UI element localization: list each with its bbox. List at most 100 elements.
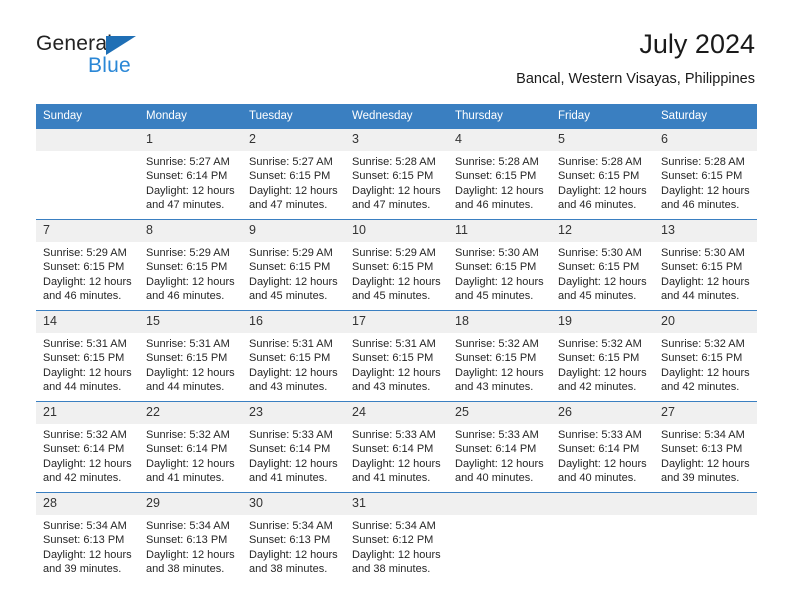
- sunset-text: Sunset: 6:15 PM: [661, 261, 743, 274]
- calendar-day-cell[interactable]: 14 Sunrise: 5:31 AM Sunset: 6:15 PM Dayligh…: [36, 310, 139, 402]
- calendar-day-cell[interactable]: 15 Sunrise: 5:31 AM Sunset: 6:15 PM Dayligh…: [139, 310, 242, 402]
- day-number: 10: [345, 220, 448, 242]
- logo-word-blue: Blue: [88, 54, 131, 77]
- sunset-text: Sunset: 6:14 PM: [43, 443, 125, 456]
- calendar-day-cell[interactable]: 24 Sunrise: 5:33 AM Sunset: 6:14 PM Dayligh…: [345, 401, 448, 493]
- calendar-day-cell[interactable]: 4 Sunrise: 5:28 AM Sunset: 6:15 PM Daylight…: [448, 128, 551, 220]
- daylight-text: Daylight: 12 hours and 41 minutes.: [146, 457, 235, 484]
- sunset-text: Sunset: 6:15 PM: [455, 261, 537, 274]
- daylight-text: Daylight: 12 hours and 44 minutes.: [146, 366, 235, 393]
- calendar-week-row: 7 Sunrise: 5:29 AM Sunset: 6:15 PM Daylight…: [36, 219, 757, 311]
- title-block: July 2024 Bancal, Western Visayas, Phili…: [516, 28, 755, 88]
- calendar-day-cell[interactable]: 30 Sunrise: 5:34 AM Sunset: 6:13 PM Dayligh…: [242, 492, 345, 583]
- daylight-text: Daylight: 12 hours and 46 minutes.: [146, 275, 235, 302]
- calendar-day-cell[interactable]: 8 Sunrise: 5:29 AM Sunset: 6:15 PM Daylight…: [139, 219, 242, 311]
- day-details: Sunrise: 5:29 AM Sunset: 6:15 PM Daylight:…: [139, 242, 242, 303]
- day-details: Sunrise: 5:30 AM Sunset: 6:15 PM Daylight:…: [654, 242, 757, 303]
- day-number: [551, 493, 654, 515]
- calendar-day-cell[interactable]: 18 Sunrise: 5:32 AM Sunset: 6:15 PM Dayligh…: [448, 310, 551, 402]
- sunset-text: Sunset: 6:15 PM: [661, 352, 743, 365]
- daylight-text: Daylight: 12 hours and 45 minutes.: [249, 275, 338, 302]
- calendar-week-row: 14 Sunrise: 5:31 AM Sunset: 6:15 PM Dayligh…: [36, 310, 757, 402]
- calendar-day-cell[interactable]: 29 Sunrise: 5:34 AM Sunset: 6:13 PM Dayligh…: [139, 492, 242, 583]
- day-number: 26: [551, 402, 654, 424]
- day-number: 27: [654, 402, 757, 424]
- page-header: General Blue July 2024 Bancal, Western V…: [0, 0, 792, 100]
- calendar-day-cell[interactable]: 3 Sunrise: 5:28 AM Sunset: 6:15 PM Daylight…: [345, 128, 448, 220]
- sunset-text: Sunset: 6:15 PM: [352, 170, 434, 183]
- calendar-day-cell[interactable]: 21 Sunrise: 5:32 AM Sunset: 6:14 PM Dayligh…: [36, 401, 139, 493]
- calendar-day-cell-empty: [36, 128, 139, 220]
- day-details: Sunrise: 5:28 AM Sunset: 6:15 PM Daylight:…: [448, 151, 551, 212]
- day-details: Sunrise: 5:32 AM Sunset: 6:14 PM Daylight:…: [139, 424, 242, 485]
- sunrise-text: Sunrise: 5:29 AM: [146, 247, 230, 259]
- day-number: 23: [242, 402, 345, 424]
- day-details: Sunrise: 5:27 AM Sunset: 6:14 PM Daylight:…: [139, 151, 242, 212]
- calendar-day-cell[interactable]: 13 Sunrise: 5:30 AM Sunset: 6:15 PM Dayligh…: [654, 219, 757, 311]
- calendar-day-cell[interactable]: 9 Sunrise: 5:29 AM Sunset: 6:15 PM Daylight…: [242, 219, 345, 311]
- calendar-day-cell[interactable]: 23 Sunrise: 5:33 AM Sunset: 6:14 PM Dayligh…: [242, 401, 345, 493]
- calendar-day-cell[interactable]: 25 Sunrise: 5:33 AM Sunset: 6:14 PM Dayligh…: [448, 401, 551, 493]
- daylight-text: Daylight: 12 hours and 46 minutes.: [661, 184, 750, 211]
- calendar-day-cell[interactable]: 5 Sunrise: 5:28 AM Sunset: 6:15 PM Daylight…: [551, 128, 654, 220]
- calendar-day-cell[interactable]: 12 Sunrise: 5:30 AM Sunset: 6:15 PM Dayligh…: [551, 219, 654, 311]
- calendar-day-cell[interactable]: 22 Sunrise: 5:32 AM Sunset: 6:14 PM Dayligh…: [139, 401, 242, 493]
- day-number: 15: [139, 311, 242, 333]
- calendar-day-cell[interactable]: 1 Sunrise: 5:27 AM Sunset: 6:14 PM Daylight…: [139, 128, 242, 220]
- calendar-day-cell[interactable]: 16 Sunrise: 5:31 AM Sunset: 6:15 PM Dayligh…: [242, 310, 345, 402]
- sunset-text: Sunset: 6:15 PM: [558, 352, 640, 365]
- calendar-table: Sunday Monday Tuesday Wednesday Thursday Frid…: [36, 104, 757, 583]
- sunset-text: Sunset: 6:15 PM: [455, 352, 537, 365]
- daylight-text: Daylight: 12 hours and 42 minutes.: [43, 457, 132, 484]
- day-number: 28: [36, 493, 139, 515]
- calendar-day-cell[interactable]: 11 Sunrise: 5:30 AM Sunset: 6:15 PM Dayligh…: [448, 219, 551, 311]
- day-details: Sunrise: 5:31 AM Sunset: 6:15 PM Daylight:…: [242, 333, 345, 394]
- sunset-text: Sunset: 6:15 PM: [249, 261, 331, 274]
- calendar-day-cell[interactable]: 27 Sunrise: 5:34 AM Sunset: 6:13 PM Dayligh…: [654, 401, 757, 493]
- day-number: 17: [345, 311, 448, 333]
- day-number: 21: [36, 402, 139, 424]
- day-details: Sunrise: 5:31 AM Sunset: 6:15 PM Daylight:…: [36, 333, 139, 394]
- calendar-day-cell-empty: [654, 492, 757, 583]
- weekday-header-monday: Monday: [139, 104, 242, 129]
- calendar-day-cell[interactable]: 6 Sunrise: 5:28 AM Sunset: 6:15 PM Daylight…: [654, 128, 757, 220]
- calendar-day-cell[interactable]: 7 Sunrise: 5:29 AM Sunset: 6:15 PM Daylight…: [36, 219, 139, 311]
- calendar-week-row: 21 Sunrise: 5:32 AM Sunset: 6:14 PM Dayligh…: [36, 401, 757, 493]
- daylight-text: Daylight: 12 hours and 46 minutes.: [455, 184, 544, 211]
- daylight-text: Daylight: 12 hours and 42 minutes.: [661, 366, 750, 393]
- sunrise-text: Sunrise: 5:30 AM: [455, 247, 539, 259]
- day-details: Sunrise: 5:34 AM Sunset: 6:13 PM Daylight:…: [654, 424, 757, 485]
- sunset-text: Sunset: 6:13 PM: [43, 534, 125, 547]
- daylight-text: Daylight: 12 hours and 42 minutes.: [558, 366, 647, 393]
- daylight-text: Daylight: 12 hours and 41 minutes.: [249, 457, 338, 484]
- page-subtitle: Bancal, Western Visayas, Philippines: [516, 71, 755, 87]
- day-details: Sunrise: 5:29 AM Sunset: 6:15 PM Daylight:…: [242, 242, 345, 303]
- daylight-text: Daylight: 12 hours and 40 minutes.: [455, 457, 544, 484]
- calendar-week-row: 1 Sunrise: 5:27 AM Sunset: 6:14 PM Daylight…: [36, 128, 757, 220]
- calendar-day-cell[interactable]: 20 Sunrise: 5:32 AM Sunset: 6:15 PM Dayligh…: [654, 310, 757, 402]
- day-number: 24: [345, 402, 448, 424]
- calendar-day-cell[interactable]: 19 Sunrise: 5:32 AM Sunset: 6:15 PM Dayligh…: [551, 310, 654, 402]
- daylight-text: Daylight: 12 hours and 44 minutes.: [43, 366, 132, 393]
- generalblue-logo[interactable]: General Blue: [36, 32, 176, 82]
- sunrise-text: Sunrise: 5:30 AM: [558, 247, 642, 259]
- calendar-day-cell[interactable]: 28 Sunrise: 5:34 AM Sunset: 6:13 PM Dayligh…: [36, 492, 139, 583]
- calendar-day-cell[interactable]: 2 Sunrise: 5:27 AM Sunset: 6:15 PM Daylight…: [242, 128, 345, 220]
- day-number: 3: [345, 129, 448, 151]
- sunset-text: Sunset: 6:14 PM: [146, 170, 228, 183]
- day-details: Sunrise: 5:28 AM Sunset: 6:15 PM Daylight:…: [345, 151, 448, 212]
- day-number: [654, 493, 757, 515]
- daylight-text: Daylight: 12 hours and 43 minutes.: [455, 366, 544, 393]
- day-details: Sunrise: 5:29 AM Sunset: 6:15 PM Daylight:…: [36, 242, 139, 303]
- sunrise-text: Sunrise: 5:34 AM: [661, 429, 745, 441]
- day-number: 30: [242, 493, 345, 515]
- calendar-day-cell[interactable]: 17 Sunrise: 5:31 AM Sunset: 6:15 PM Dayligh…: [345, 310, 448, 402]
- calendar-day-cell[interactable]: 26 Sunrise: 5:33 AM Sunset: 6:14 PM Dayligh…: [551, 401, 654, 493]
- calendar-day-cell[interactable]: 31 Sunrise: 5:34 AM Sunset: 6:12 PM Dayligh…: [345, 492, 448, 583]
- sunrise-text: Sunrise: 5:33 AM: [558, 429, 642, 441]
- day-details: Sunrise: 5:33 AM Sunset: 6:14 PM Daylight:…: [551, 424, 654, 485]
- day-details: Sunrise: 5:34 AM Sunset: 6:13 PM Daylight:…: [36, 515, 139, 576]
- day-details: Sunrise: 5:33 AM Sunset: 6:14 PM Daylight:…: [242, 424, 345, 485]
- calendar-day-cell[interactable]: 10 Sunrise: 5:29 AM Sunset: 6:15 PM Dayligh…: [345, 219, 448, 311]
- day-number: 4: [448, 129, 551, 151]
